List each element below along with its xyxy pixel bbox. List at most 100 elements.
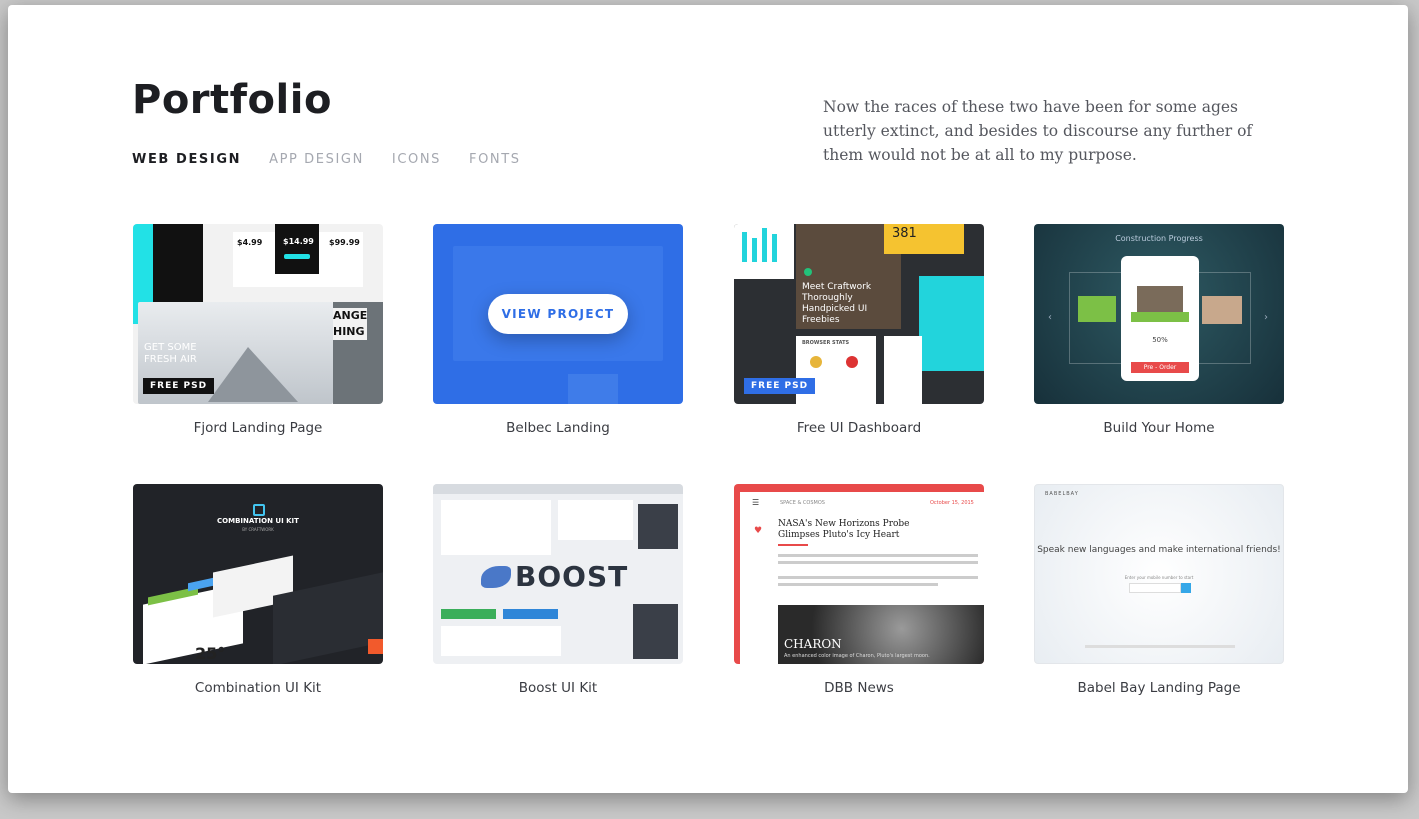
bar-chart <box>742 232 747 262</box>
project-title[interactable]: Combination UI Kit <box>133 680 383 696</box>
heart-icon: ♥ <box>754 526 763 536</box>
map-card <box>919 276 984 371</box>
mountain-shape <box>208 347 298 402</box>
tab-fonts[interactable]: FONTS <box>469 152 521 167</box>
thumbnail-dbb-news[interactable]: ☰ SPACE & COSMOS October 15, 2015 ♥ NASA… <box>734 484 984 664</box>
hero-text: GET SOME FRESH AIR <box>144 342 197 365</box>
tab-web-design[interactable]: WEB DESIGN <box>132 152 241 167</box>
thumbnail-belbec[interactable]: VIEW PROJECT <box>433 224 683 404</box>
text-line <box>778 561 978 564</box>
kit-logo-icon <box>253 504 265 516</box>
hero-headline: Speak new languages and make internation… <box>1037 545 1281 555</box>
calendar-card <box>884 336 922 404</box>
house-left <box>1078 296 1116 322</box>
carousel-prev-icon: ‹ <box>1048 312 1052 323</box>
bar-chart <box>772 234 777 262</box>
project-title[interactable]: Boost UI Kit <box>433 680 683 696</box>
thumbnail-fjord[interactable]: $4.99 $14.99 $99.99 GET SOME FRESH AIR A… <box>133 224 383 404</box>
project-build-your-home[interactable]: Construction Progress 50% Pre - Order ‹ … <box>1034 224 1284 436</box>
carousel-next-icon: › <box>1264 312 1268 323</box>
project-title[interactable]: Babel Bay Landing Page <box>1034 680 1284 696</box>
opera-icon <box>846 356 858 368</box>
thumbnail-dashboard[interactable]: Meet Craftwork Thoroughly Handpicked UI … <box>734 224 984 404</box>
bottom-panel <box>441 626 561 656</box>
page-title: Portfolio <box>132 77 332 123</box>
post-headline: Meet Craftwork Thoroughly Handpicked UI … <box>802 282 872 325</box>
temperature-value: 25° <box>195 644 226 663</box>
bar-chart <box>762 228 767 262</box>
chrome-icon <box>810 356 822 368</box>
image-caption-text: An enhanced color image of Charon, Pluto… <box>784 653 930 659</box>
boost-logo: BOOST <box>515 560 629 593</box>
table-panel <box>558 500 633 540</box>
bar-chart <box>752 238 757 262</box>
side-image: ANGE HING <box>333 302 383 404</box>
dark-sidebar-panel <box>633 604 678 659</box>
preorder-button: Pre - Order <box>1131 362 1189 373</box>
kit-title: COMBINATION UI KIT <box>217 517 299 525</box>
project-fjord[interactable]: $4.99 $14.99 $99.99 GET SOME FRESH AIR A… <box>133 224 383 436</box>
counter-value: 381 <box>892 226 917 241</box>
submit-button <box>1181 583 1191 593</box>
boost-logo-icon <box>481 566 511 588</box>
project-title[interactable]: Belbec Landing <box>433 420 683 436</box>
intro-description: Now the races of these two have been for… <box>823 98 1253 164</box>
hero-prompt: Enter your mobile number to start <box>1124 575 1194 580</box>
top-bar <box>433 484 683 494</box>
menu-icon: ☰ <box>752 498 760 507</box>
price-pro: $99.99 <box>329 238 360 247</box>
project-title[interactable]: Free UI Dashboard <box>734 420 984 436</box>
project-free-ui-dashboard[interactable]: Meet Craftwork Thoroughly Handpicked UI … <box>734 224 984 436</box>
portfolio-card: Portfolio WEB DESIGN APP DESIGN ICONS FO… <box>8 5 1408 793</box>
phone-input <box>1129 583 1181 593</box>
tab-app-design[interactable]: APP DESIGN <box>269 152 364 167</box>
text-line <box>778 583 938 586</box>
orders-card <box>734 224 794 279</box>
brand-logo: BABELBAY <box>1045 491 1079 497</box>
text-line <box>778 576 978 579</box>
project-title[interactable]: DBB News <box>734 680 984 696</box>
free-psd-badge: FREE PSD <box>744 378 816 394</box>
project-title[interactable]: Fjord Landing Page <box>133 420 383 436</box>
free-psd-badge: FREE PSD <box>143 378 215 394</box>
article-page: ☰ SPACE & COSMOS October 15, 2015 ♥ NASA… <box>740 492 984 664</box>
pricing-strip: $4.99 $14.99 $99.99 <box>233 224 363 287</box>
stats-label: BROWSER STATS <box>802 340 850 346</box>
tab-icons[interactable]: ICONS <box>392 152 441 167</box>
price-featured: $14.99 <box>283 237 314 246</box>
thumbnail-boost[interactable]: BOOST <box>433 484 683 664</box>
status-dot <box>804 268 812 276</box>
project-dbb-news[interactable]: ☰ SPACE & COSMOS October 15, 2015 ♥ NASA… <box>734 484 984 696</box>
section-label: SPACE & COSMOS <box>780 500 825 506</box>
lawn <box>1131 312 1189 322</box>
progress-percent: 50% <box>1152 336 1168 344</box>
category-tabs: WEB DESIGN APP DESIGN ICONS FONTS <box>132 152 521 167</box>
dark-block <box>153 224 203 302</box>
kit-subtitle: BY CRAFTWORK <box>242 527 274 532</box>
project-babel-bay[interactable]: BABELBAY Speak new languages and make in… <box>1034 484 1284 696</box>
thumbnail-build-home[interactable]: Construction Progress 50% Pre - Order ‹ … <box>1034 224 1284 404</box>
article-headline: NASA's New Horizons Probe Glimpses Pluto… <box>778 519 910 540</box>
counter-card: 381 <box>884 224 964 254</box>
thumbnail-babel-bay[interactable]: BABELBAY Speak new languages and make in… <box>1034 484 1284 664</box>
price-basic: $4.99 <box>237 238 263 247</box>
dark-list-panel <box>638 504 678 549</box>
moon-image: CHARON An enhanced color image of Charon… <box>778 605 984 664</box>
overlay-block <box>568 374 618 404</box>
price-button <box>284 254 310 259</box>
image-caption-title: CHARON <box>784 637 842 651</box>
headline-rule <box>778 544 808 546</box>
thumbnail-combination[interactable]: COMBINATION UI KIT BY CRAFTWORK 25° <box>133 484 383 664</box>
project-combination-ui-kit[interactable]: COMBINATION UI KIT BY CRAFTWORK 25° Comb… <box>133 484 383 696</box>
project-title[interactable]: Build Your Home <box>1034 420 1284 436</box>
green-button <box>441 609 496 619</box>
text-line <box>778 554 978 557</box>
price-featured-box: $14.99 <box>275 224 319 274</box>
orange-accent <box>368 639 383 654</box>
phone-mockup: 50% Pre - Order <box>1121 256 1199 381</box>
view-project-button[interactable]: VIEW PROJECT <box>488 294 628 334</box>
side-text: ANGE HING <box>333 308 368 340</box>
project-belbec[interactable]: VIEW PROJECT Belbec Landing <box>433 224 683 436</box>
project-boost-ui-kit[interactable]: BOOST Boost UI Kit <box>433 484 683 696</box>
form-panel <box>441 500 551 555</box>
